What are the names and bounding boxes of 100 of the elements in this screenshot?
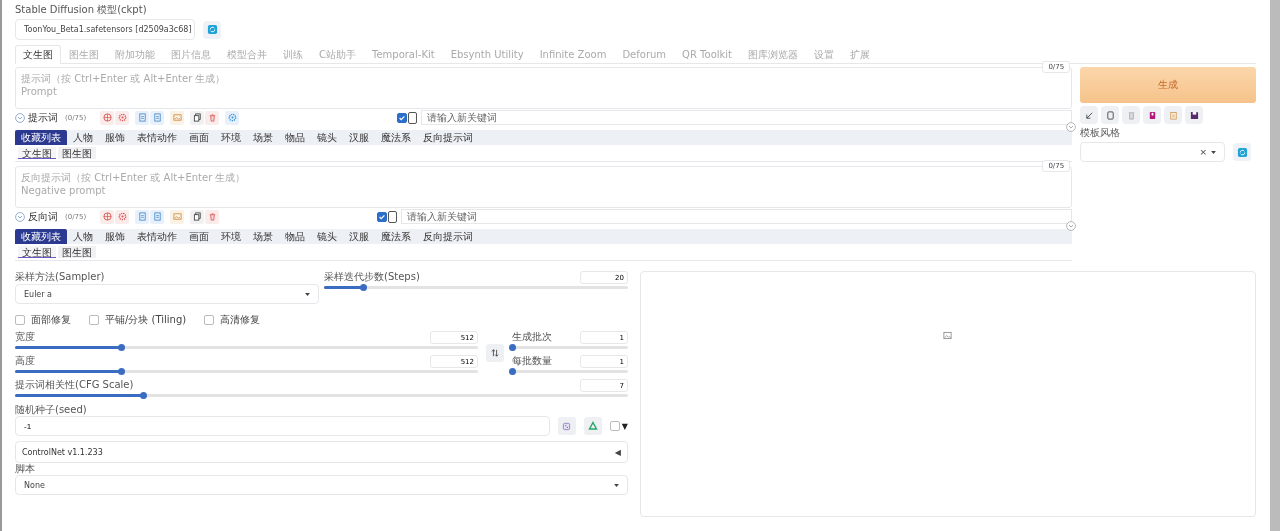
copy-button[interactable] <box>190 209 204 224</box>
swap-icon <box>491 349 499 357</box>
subtab[interactable]: 图生图 <box>58 147 96 159</box>
slider-handle[interactable] <box>508 368 516 375</box>
document-button[interactable] <box>150 110 164 125</box>
refresh-icon <box>206 24 218 35</box>
globe-icon <box>102 113 112 122</box>
slider-handle[interactable] <box>508 344 516 351</box>
settings-button[interactable] <box>225 110 239 125</box>
image-button[interactable] <box>170 110 184 125</box>
category-tab[interactable]: 服饰 <box>99 130 131 145</box>
trash-button[interactable] <box>205 209 219 224</box>
save-icon <box>1189 110 1199 120</box>
slider-label: 生成批次 <box>512 331 552 343</box>
image-icon <box>172 113 182 122</box>
category-tab[interactable]: 物品 <box>279 130 311 145</box>
sampler-dropdown[interactable]: Euler a <box>15 284 319 304</box>
slider-handle[interactable] <box>360 284 367 291</box>
script-label: 脚本 <box>15 463 36 475</box>
checkbox[interactable] <box>397 112 407 123</box>
category-tab[interactable]: 魔法系 <box>375 130 417 145</box>
document-icon <box>152 113 162 122</box>
globe-button[interactable] <box>100 209 114 224</box>
style-label: 模板风格 <box>1080 127 1122 139</box>
save-button[interactable] <box>1185 106 1204 124</box>
globe-button[interactable] <box>100 110 114 125</box>
style-dropdown[interactable]: × <box>1080 142 1226 162</box>
slider-handle[interactable] <box>140 392 148 399</box>
controlnet-panel[interactable]: ControlNet v1.1.233 ◀ <box>15 441 628 463</box>
caret-icon <box>305 292 310 296</box>
checkbox[interactable] <box>15 315 25 325</box>
recycle-button[interactable] <box>583 417 602 435</box>
category-tab[interactable]: 汉服 <box>343 130 375 145</box>
book-button[interactable] <box>1143 106 1162 124</box>
category-tab[interactable]: 镜头 <box>311 229 343 244</box>
dice-button[interactable] <box>557 417 576 435</box>
trash-button[interactable] <box>205 110 219 125</box>
gear-icon <box>117 212 127 221</box>
checkbox[interactable] <box>609 421 620 431</box>
expand-arrow[interactable]: ▼ <box>621 421 628 431</box>
document-button[interactable] <box>135 209 149 224</box>
category-tab[interactable]: 魔法系 <box>375 229 417 244</box>
slider-handle[interactable] <box>118 344 125 351</box>
slider-label: 宽度 <box>15 331 35 343</box>
subtab[interactable]: 文生图 <box>18 246 56 258</box>
category-tab[interactable]: 场景 <box>247 130 279 145</box>
keyword-field[interactable]: 请输入新关键词 <box>421 110 1073 125</box>
clipboard-icon <box>1168 110 1178 120</box>
copy-button[interactable] <box>190 110 204 125</box>
category-tab[interactable]: 收藏列表 <box>15 229 67 244</box>
swap-button[interactable] <box>486 344 504 362</box>
collapse-icon[interactable] <box>1066 221 1077 231</box>
checkbox[interactable] <box>377 211 387 222</box>
checkbox-label: 平铺/分块 (Tiling) <box>105 313 187 327</box>
subtab[interactable]: 文生图 <box>18 147 56 159</box>
category-tab[interactable]: 画面 <box>183 229 215 244</box>
category-tab[interactable]: 收藏列表 <box>15 130 67 145</box>
category-tab[interactable]: 场景 <box>247 229 279 244</box>
model-dropdown[interactable]: ToonYou_Beta1.safetensors [d2509a3c68] <box>15 19 195 40</box>
clipboard-button[interactable] <box>1164 106 1183 124</box>
category-tab[interactable]: 表情动作 <box>131 229 183 244</box>
keyword-field[interactable]: 请输入新关键词 <box>401 209 1073 224</box>
category-tab[interactable]: 人物 <box>67 229 99 244</box>
checkbox-label: 高清修复 <box>220 313 261 327</box>
document-button[interactable] <box>1101 106 1120 124</box>
category-tab[interactable]: 反向提示词 <box>417 130 479 145</box>
category-tab[interactable]: 镜头 <box>311 130 343 145</box>
document-icon <box>1105 110 1115 120</box>
tab[interactable]: 文生图 <box>15 45 61 64</box>
toggle-switch[interactable] <box>388 210 397 223</box>
slider-label: 高度 <box>15 355 35 367</box>
refresh-button[interactable] <box>1233 143 1252 161</box>
category-tab[interactable]: 服饰 <box>99 229 131 244</box>
category-tab[interactable]: 物品 <box>279 229 311 244</box>
toggle-switch[interactable] <box>408 111 417 124</box>
category-tab[interactable]: 反向提示词 <box>417 229 479 244</box>
script-dropdown[interactable]: None <box>15 475 628 495</box>
category-tab[interactable]: 汉服 <box>343 229 375 244</box>
arrow-button[interactable] <box>1080 106 1099 124</box>
checkbox[interactable] <box>89 315 99 325</box>
gear-button[interactable] <box>115 110 129 125</box>
checkbox[interactable] <box>204 315 215 325</box>
checkbox-label: 面部修复 <box>31 313 71 327</box>
image-button[interactable] <box>170 209 184 224</box>
document-button[interactable] <box>150 209 164 224</box>
category-tab[interactable]: 环境 <box>215 229 247 244</box>
category-tab[interactable]: 表情动作 <box>131 130 183 145</box>
category-tab[interactable]: 画面 <box>183 130 215 145</box>
steps-label: 采样迭代步数(Steps) <box>324 271 420 283</box>
document-button[interactable] <box>135 110 149 125</box>
gear-button[interactable] <box>115 209 129 224</box>
arrow-icon <box>1084 110 1094 120</box>
category-tab[interactable]: 环境 <box>215 130 247 145</box>
refresh-button[interactable] <box>203 20 221 39</box>
collapse-icon[interactable] <box>1066 122 1077 132</box>
slider-handle[interactable] <box>118 368 125 375</box>
cfg-label: 提示词相关性(CFG Scale) <box>15 379 134 391</box>
seed-field[interactable]: -1 <box>15 416 550 436</box>
category-tab[interactable]: 人物 <box>67 130 99 145</box>
subtab[interactable]: 图生图 <box>58 246 96 258</box>
